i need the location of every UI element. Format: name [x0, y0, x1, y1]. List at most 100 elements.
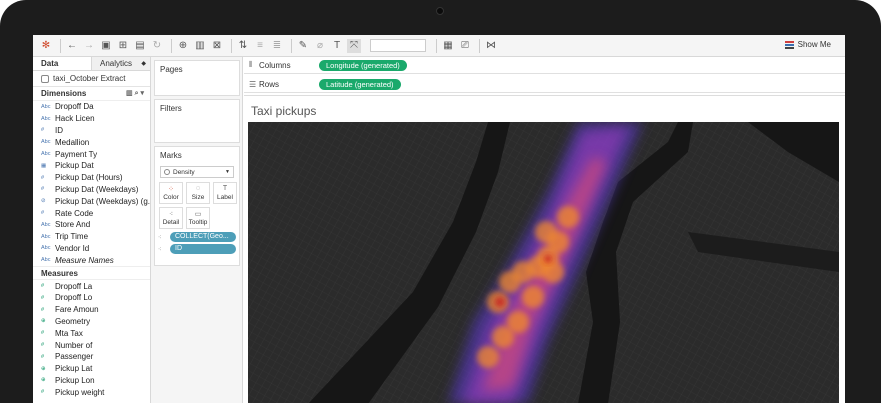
share-icon[interactable]: ⋈	[484, 39, 498, 53]
toolbar-divider	[60, 38, 61, 53]
redo-icon[interactable]: →	[82, 39, 96, 53]
field-name: Pickup Dat (Weekdays) (g...	[55, 196, 150, 206]
map-canvas	[248, 122, 839, 403]
tooltip-label: Tooltip	[188, 219, 208, 226]
field-name: Pickup Lon	[55, 375, 95, 385]
field-item[interactable]: # Dropoff La	[33, 280, 150, 292]
size-button[interactable]: ◌ Size	[186, 182, 210, 204]
density-hotspot	[477, 346, 499, 368]
dropdown-arrow-icon: ▼	[225, 169, 230, 175]
field-name: Passenger	[55, 352, 94, 362]
clear-sheet-icon[interactable]: ⊠	[210, 39, 224, 53]
field-item[interactable]: # Pickup Dat (Hours)	[33, 172, 150, 184]
field-item[interactable]: # Mta Tax	[33, 327, 150, 339]
field-type-icon: #	[41, 389, 45, 396]
sort-ascending-icon[interactable]: ≡	[253, 39, 267, 53]
field-item[interactable]: # Passenger	[33, 351, 150, 363]
field-name: Trip Time	[55, 232, 89, 242]
fix-axes-icon[interactable]: ⤧	[347, 38, 361, 53]
density-icon	[164, 169, 170, 175]
swap-icon[interactable]: ⇅	[236, 39, 250, 53]
field-item[interactable]: Abc Hack Licen	[33, 113, 150, 125]
tooltip-button[interactable]: ▭ Tooltip	[186, 207, 210, 229]
field-item[interactable]: # Pickup Dat (Weekdays)	[33, 184, 150, 196]
sort-descending-icon[interactable]: ≣	[270, 39, 284, 53]
collapse-caret-icon[interactable]: ◆	[141, 57, 146, 71]
field-item[interactable]: ⊕ Pickup Lat	[33, 363, 150, 375]
density-hotspot	[522, 286, 544, 308]
label-label: Label	[217, 194, 233, 201]
field-item[interactable]: # Pickup weight	[33, 386, 150, 398]
field-item[interactable]: ▦ Pickup Dat	[33, 160, 150, 172]
highlight-icon[interactable]: ✎	[296, 39, 310, 53]
show-me-button[interactable]: Show Me	[784, 40, 831, 49]
field-type-icon: #	[41, 174, 45, 181]
color-icon: ⁘	[168, 186, 174, 193]
pause-updates-icon[interactable]: ▤	[133, 39, 147, 53]
tab-analytics[interactable]: Analytics ◆	[91, 57, 150, 70]
field-type-icon: Abc	[41, 103, 51, 110]
field-item[interactable]: # ID	[33, 125, 150, 137]
measures-title: Measures	[41, 268, 78, 278]
show-cards-icon[interactable]: ▦	[441, 39, 455, 53]
columns-shelf[interactable]: ⦀ Columns Longitude (generated)	[244, 57, 845, 74]
fit-select[interactable]	[370, 39, 426, 52]
field-item[interactable]: # Rate Code	[33, 207, 150, 219]
field-type-icon: Abc	[41, 245, 51, 252]
color-button[interactable]: ⁘ Color	[159, 182, 183, 204]
detail-label: Detail	[162, 219, 180, 226]
rows-shelf[interactable]: ☰ Rows Latitude (generated)	[244, 76, 845, 93]
new-worksheet-icon[interactable]: ⊕	[176, 39, 190, 53]
database-icon	[41, 74, 49, 83]
field-type-icon: Abc	[41, 115, 51, 122]
field-type-icon: #	[41, 186, 45, 193]
presentation-mode-icon[interactable]: ⎚	[458, 39, 472, 53]
id-pill[interactable]: ID	[170, 244, 236, 254]
rows-label: Rows	[259, 79, 280, 89]
tableau-window: ✻ ← → ▣ ⊞ ▤ ↻ ⊕ ▥ ⊠ ⇅ ≡ ≣ ✎ ⌀ T ⤧ ▦ ⎚ ⋈ …	[33, 35, 845, 403]
longitude-pill[interactable]: Longitude (generated)	[319, 59, 407, 71]
group-icon[interactable]: ⌀	[313, 39, 327, 53]
field-name: Measure Names	[55, 255, 114, 265]
field-name: Payment Ty	[55, 149, 98, 159]
pages-card[interactable]: Pages	[154, 60, 240, 96]
field-item[interactable]: ⊕ Pickup Lon	[33, 375, 150, 387]
datasource-item[interactable]: taxi_October Extract	[33, 71, 150, 87]
field-item[interactable]: Abc Payment Ty	[33, 148, 150, 160]
view-title[interactable]: Taxi pickups	[251, 104, 316, 118]
mark-type-select[interactable]: Density ▼	[160, 166, 234, 178]
field-item[interactable]: Abc Dropoff Da	[33, 101, 150, 113]
tab-data[interactable]: Data	[33, 57, 91, 70]
field-item[interactable]: Abc Measure Names	[33, 254, 150, 266]
field-item[interactable]: ⊘ Pickup Dat (Weekdays) (g...	[33, 195, 150, 207]
field-item[interactable]: # Number of	[33, 339, 150, 351]
collect-geometry-pill[interactable]: COLLECT(Geo...	[170, 232, 236, 242]
label-button[interactable]: T Label	[213, 182, 237, 204]
field-item[interactable]: Abc Trip Time	[33, 231, 150, 243]
menu-caret-icon[interactable]: ▾	[140, 90, 146, 97]
field-item[interactable]: # Dropoff Lo	[33, 292, 150, 304]
density-map[interactable]	[248, 122, 839, 403]
density-hotspot	[557, 206, 579, 228]
detail-button[interactable]: ⁖ Detail	[159, 207, 183, 229]
save-icon[interactable]: ▣	[99, 39, 113, 53]
field-name: Dropoff La	[55, 281, 93, 291]
new-datasource-icon[interactable]: ⊞	[116, 39, 130, 53]
field-name: Vendor Id	[55, 243, 90, 253]
cards-pane: Pages Filters Marks Density ▼ ⁘ Color ◌ Si…	[151, 57, 243, 403]
tableau-logo-icon[interactable]: ✻	[39, 39, 53, 53]
refresh-icon[interactable]: ↻	[150, 39, 164, 53]
show-labels-icon[interactable]: T	[330, 39, 344, 53]
latitude-pill[interactable]: Latitude (generated)	[319, 78, 401, 90]
field-item[interactable]: Abc Medallion	[33, 136, 150, 148]
undo-icon[interactable]: ←	[65, 39, 79, 53]
density-hotspot	[492, 326, 514, 348]
field-item[interactable]: Abc Vendor Id	[33, 243, 150, 255]
view-toggle-icon[interactable]: ▥	[126, 90, 135, 97]
duplicate-sheet-icon[interactable]: ▥	[193, 39, 207, 53]
field-item[interactable]: ⊕ Geometry	[33, 316, 150, 328]
field-item[interactable]: Abc Store And	[33, 219, 150, 231]
filters-card[interactable]: Filters	[154, 99, 240, 143]
measures-header: Measures	[33, 266, 150, 281]
field-item[interactable]: # Fare Amoun	[33, 304, 150, 316]
